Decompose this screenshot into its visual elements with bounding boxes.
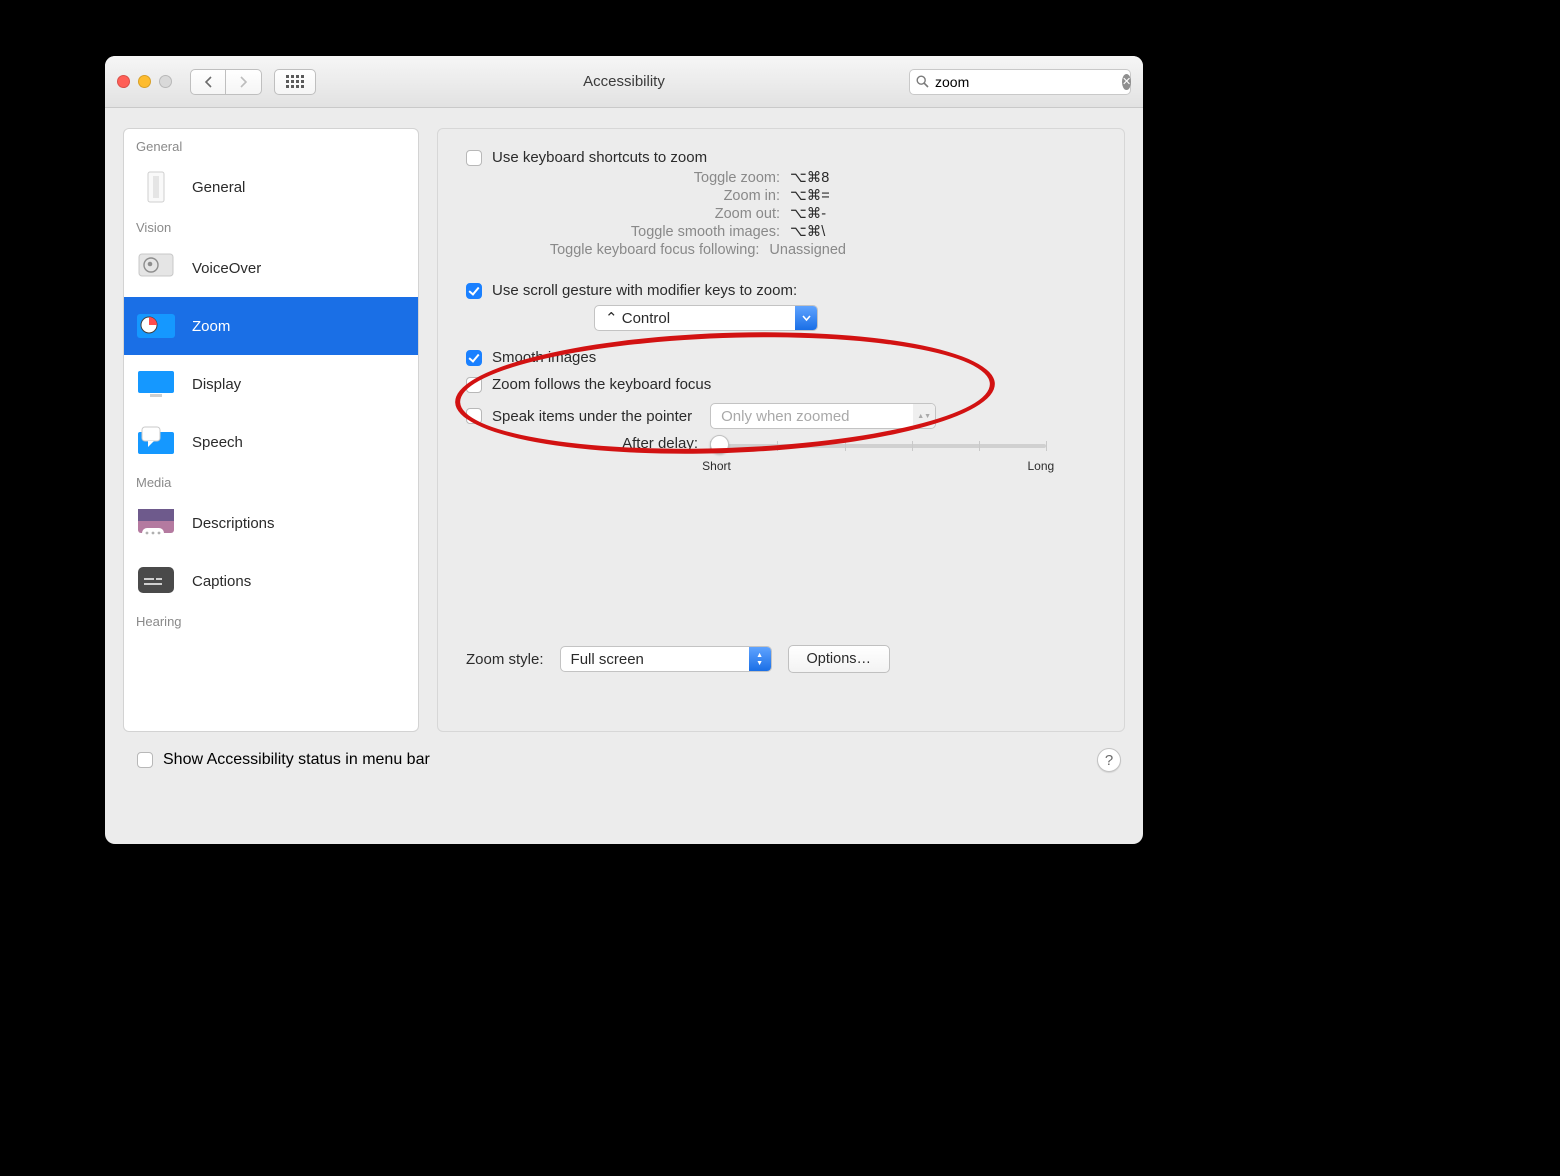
use-kb-shortcuts-checkbox[interactable] [466, 150, 482, 166]
follows-focus-label: Zoom follows the keyboard focus [492, 376, 711, 393]
descriptions-icon [134, 504, 178, 542]
chevron-left-icon [204, 76, 213, 88]
speak-when-combo[interactable]: Only when zoomed ▲▼ [710, 403, 936, 429]
voiceover-icon [134, 249, 178, 287]
slider-thumb[interactable] [710, 435, 729, 454]
sidebar-item-descriptions[interactable]: Descriptions [124, 494, 418, 552]
back-button[interactable] [190, 69, 226, 95]
scroll-gesture-label: Use scroll gesture with modifier keys to… [492, 282, 797, 299]
search-field[interactable]: ✕ [909, 69, 1131, 95]
sidebar-item-label: VoiceOver [192, 260, 261, 277]
sidebar-item-speech[interactable]: Speech [124, 413, 418, 471]
sidebar-item-zoom[interactable]: Zoom [124, 297, 418, 355]
sidebar-item-general[interactable]: General [124, 158, 418, 216]
sidebar[interactable]: General General Vision VoiceOver Zoom [123, 128, 419, 732]
toggle-smooth-shortcut: ⌥⌘\ [790, 224, 846, 240]
after-delay-row: After delay: Short Long [466, 435, 1096, 479]
clear-search-button[interactable]: ✕ [1122, 74, 1131, 90]
display-icon [134, 365, 178, 403]
sidebar-section-media: Media [124, 471, 418, 494]
slider-track [710, 444, 1046, 448]
updown-stepper-icon: ▲▼ [749, 647, 771, 671]
zoom-window-button[interactable] [159, 75, 172, 88]
sidebar-item-label: Display [192, 376, 241, 393]
zoom-in-key-label: Zoom in: [724, 188, 780, 204]
sidebar-section-general: General [124, 135, 418, 158]
after-delay-slider[interactable]: Short Long [710, 435, 1046, 475]
toggle-smooth-key-label: Toggle smooth images: [631, 224, 780, 240]
accessibility-prefpane-window: Accessibility ✕ General General Vision V… [105, 56, 1143, 844]
zoom-out-shortcut: ⌥⌘- [790, 206, 846, 222]
minimize-button[interactable] [138, 75, 151, 88]
chevron-down-icon [795, 306, 817, 330]
show-status-checkbox[interactable] [137, 752, 153, 768]
grid-icon [286, 75, 304, 89]
follows-focus-checkbox[interactable] [466, 377, 482, 393]
show-status-label: Show Accessibility status in menu bar [163, 751, 430, 769]
search-input[interactable] [935, 74, 1116, 90]
zoom-style-combo[interactable]: Full screen ▲▼ [560, 646, 772, 672]
updown-stepper-icon: ▲▼ [913, 404, 935, 428]
speak-items-checkbox[interactable] [466, 408, 482, 424]
zoom-out-key-label: Zoom out: [715, 206, 780, 222]
speak-items-label: Speak items under the pointer [492, 408, 692, 425]
slider-max-label: Long [1027, 459, 1054, 473]
sidebar-section-hearing: Hearing [124, 610, 418, 633]
scroll-gesture-row: Use scroll gesture with modifier keys to… [466, 282, 1096, 299]
toggle-zoom-shortcut: ⌥⌘8 [790, 170, 846, 186]
zoom-settings-panel: Use keyboard shortcuts to zoom Toggle zo… [437, 128, 1125, 732]
zoom-style-label: Zoom style: [466, 651, 544, 668]
traffic-lights [117, 75, 172, 88]
sidebar-item-label: Descriptions [192, 515, 275, 532]
sidebar-item-label: General [192, 179, 245, 196]
zoom-style-row: Zoom style: Full screen ▲▼ Options… [466, 645, 890, 673]
toggle-zoom-key-label: Toggle zoom: [694, 170, 780, 186]
scroll-gesture-checkbox[interactable] [466, 283, 482, 299]
content-area: General General Vision VoiceOver Zoom [105, 108, 1143, 742]
modifier-key-combo[interactable]: ⌃ Control [594, 305, 818, 331]
sidebar-item-label: Zoom [192, 318, 230, 335]
sidebar-section-vision: Vision [124, 216, 418, 239]
titlebar: Accessibility ✕ [105, 56, 1143, 108]
options-button-label: Options… [807, 651, 871, 667]
help-icon: ? [1105, 752, 1113, 769]
zoom-in-shortcut: ⌥⌘= [790, 188, 846, 204]
general-icon [134, 168, 178, 206]
slider-min-label: Short [702, 459, 731, 473]
toggle-kbf-key-label: Toggle keyboard focus following: [550, 242, 760, 258]
nav-segment [190, 69, 262, 95]
smooth-images-checkbox[interactable] [466, 350, 482, 366]
sidebar-item-label: Speech [192, 434, 243, 451]
modifier-key-value: ⌃ Control [595, 309, 795, 327]
smooth-images-label: Smooth images [492, 349, 596, 366]
zoom-icon [134, 307, 178, 345]
chevron-right-icon [239, 76, 248, 88]
forward-button[interactable] [226, 69, 262, 95]
toggle-kbf-shortcut: Unassigned [769, 242, 846, 258]
close-button[interactable] [117, 75, 130, 88]
sidebar-item-voiceover[interactable]: VoiceOver [124, 239, 418, 297]
zoom-style-value: Full screen [561, 651, 749, 668]
search-icon [916, 75, 929, 88]
speech-icon [134, 423, 178, 461]
window-footer: Show Accessibility status in menu bar ? [105, 742, 1143, 788]
use-kb-shortcuts-row: Use keyboard shortcuts to zoom [466, 149, 1096, 166]
window-title: Accessibility [583, 73, 665, 90]
after-delay-label: After delay: [466, 435, 698, 452]
sidebar-item-captions[interactable]: Captions [124, 552, 418, 610]
options-button[interactable]: Options… [788, 645, 890, 673]
sidebar-item-label: Captions [192, 573, 251, 590]
speak-when-value: Only when zoomed [711, 408, 913, 425]
captions-icon [134, 562, 178, 600]
help-button[interactable]: ? [1097, 748, 1121, 772]
show-all-button[interactable] [274, 69, 316, 95]
sidebar-item-display[interactable]: Display [124, 355, 418, 413]
use-kb-shortcuts-label: Use keyboard shortcuts to zoom [492, 149, 707, 166]
